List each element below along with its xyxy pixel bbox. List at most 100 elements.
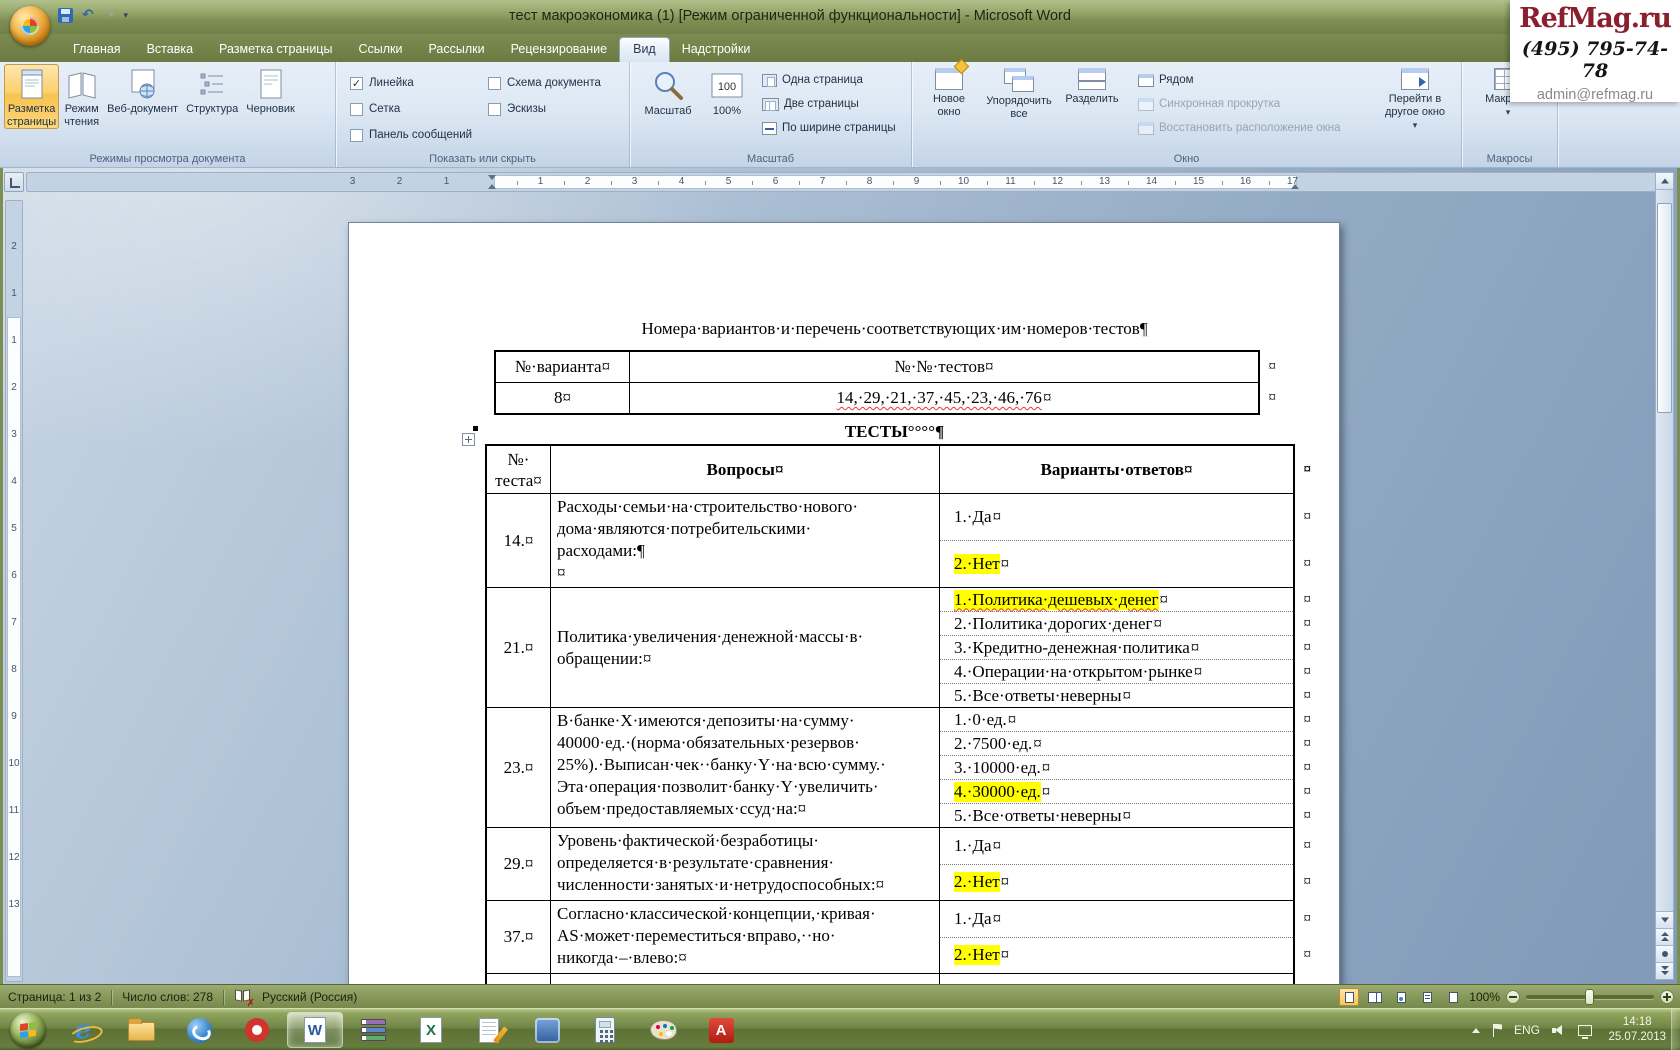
end-of-row-mark: ¤ <box>1304 947 1312 964</box>
reset-window-position-button[interactable]: Восстановить расположение окна <box>1134 116 1344 140</box>
zoom-button[interactable]: Масштаб <box>638 64 698 118</box>
qat-customize-icon[interactable] <box>123 10 128 21</box>
taskbar-adobe-reader-button[interactable] <box>694 1013 748 1047</box>
tab-add-ins[interactable]: Надстройки <box>669 38 764 62</box>
zoom-100-button[interactable]: 100 100% <box>702 64 752 118</box>
view-print-layout-button[interactable] <box>1339 988 1359 1006</box>
select-browse-object-button[interactable] <box>1656 945 1673 962</box>
action-center-icon[interactable] <box>1492 1024 1502 1037</box>
tab-review[interactable]: Рецензирование <box>498 38 621 62</box>
checkbox-ruler[interactable]: ✓ Линейка <box>350 70 472 96</box>
language-indicator[interactable]: ENG <box>1514 1023 1540 1037</box>
horizontal-ruler[interactable]: 321 1234567891011121314151617 <box>26 172 1656 192</box>
undo-icon[interactable]: ↶ <box>82 7 94 23</box>
outline-view-button[interactable]: Структура <box>183 64 241 129</box>
scroll-up-button[interactable] <box>1656 173 1673 190</box>
language-indicator[interactable]: Русский (Россия) <box>262 990 357 1004</box>
previous-page-button[interactable] <box>1656 928 1673 945</box>
tab-references[interactable]: Ссылки <box>345 38 415 62</box>
document-page[interactable]: Номера·вариантов·и·перечень·соответствую… <box>348 222 1340 984</box>
view-full-screen-button[interactable] <box>1365 988 1385 1006</box>
checkbox-thumbnails[interactable]: Эскизы <box>488 96 601 122</box>
table-move-handle[interactable] <box>462 433 475 446</box>
taskbar-word-button[interactable] <box>288 1013 342 1047</box>
split-button[interactable]: Разделить <box>1060 64 1124 106</box>
draft-view-button[interactable]: Черновик <box>243 64 298 129</box>
volume-icon[interactable] <box>1552 1024 1566 1036</box>
right-indent-marker[interactable] <box>1291 184 1299 189</box>
taskbar-internet-explorer-button[interactable]: e <box>56 1013 110 1047</box>
clock[interactable]: 14:18 25.07.2013 <box>1608 1015 1666 1045</box>
view-draft-button[interactable] <box>1443 988 1463 1006</box>
end-of-row-mark: ¤ <box>1304 735 1312 752</box>
checkbox-message-bar[interactable]: Панель сообщений <box>350 122 472 148</box>
taskbar-blue-tile-app-button[interactable] <box>520 1013 574 1047</box>
variants-table: №·варианта¤ №·№·тестов¤ ¤ 8¤ 14,·29,·21,… <box>494 350 1260 415</box>
tab-home[interactable]: Главная <box>60 38 134 62</box>
switch-windows-button[interactable]: Перейти в другое окно <box>1375 64 1455 132</box>
refmag-email: admin@refmag.ru <box>1510 87 1680 103</box>
print-layout-button[interactable]: Разметка страницы <box>4 64 59 129</box>
zoom-slider-thumb[interactable] <box>1585 989 1594 1005</box>
page-width-button[interactable]: По ширине страницы <box>758 116 900 140</box>
redo-icon[interactable]: ↷ <box>103 7 115 23</box>
end-of-row-mark: ¤ <box>1304 461 1312 478</box>
taskbar-calculator-button[interactable] <box>578 1013 632 1047</box>
ribbon: Разметка страницы Режим чтения Веб-докум… <box>0 62 1680 168</box>
zoom-in-button[interactable] <box>1660 990 1674 1004</box>
proofing-status-icon[interactable]: ✗ <box>234 990 252 1005</box>
show-desktop-button[interactable] <box>1671 1009 1680 1050</box>
checkbox-document-map[interactable]: Схема документа <box>488 70 601 96</box>
taskbar-notepad-button[interactable] <box>462 1013 516 1047</box>
web-layout-button[interactable]: Веб-документ <box>104 64 181 129</box>
first-line-indent-marker[interactable] <box>488 175 496 180</box>
tab-page-layout[interactable]: Разметка страницы <box>206 38 345 62</box>
checkbox-icon[interactable] <box>488 77 501 90</box>
one-page-button[interactable]: Одна страница <box>758 68 900 92</box>
checkbox-icon[interactable]: ✓ <box>350 77 363 90</box>
tab-view[interactable]: Вид <box>620 38 669 62</box>
taskbar-blue-round-app-button[interactable] <box>172 1013 226 1047</box>
network-icon[interactable] <box>1578 1025 1592 1036</box>
checkbox-icon[interactable] <box>350 129 363 142</box>
taskbar-paint-button[interactable] <box>636 1013 690 1047</box>
checkbox-icon[interactable] <box>350 103 363 116</box>
page-indicator[interactable]: Страница: 1 из 2 <box>8 990 101 1004</box>
answer-option: 5.·Все·ответы·неверны¤¤ <box>940 803 1293 827</box>
tab-mailings[interactable]: Рассылки <box>415 38 497 62</box>
taskbar-red-round-app-button[interactable] <box>230 1013 284 1047</box>
taskbar-winrar-button[interactable] <box>346 1013 400 1047</box>
end-of-row-mark: ¤ <box>1304 759 1312 776</box>
zoom-level[interactable]: 100% <box>1469 990 1500 1004</box>
group-document-views: Разметка страницы Режим чтения Веб-докум… <box>0 62 336 167</box>
view-outline-button[interactable] <box>1417 988 1437 1006</box>
answers-cell: 1.·Да¤¤ 2.·Нет¤¤ <box>940 494 1293 587</box>
scroll-down-button[interactable] <box>1656 911 1673 928</box>
word-count[interactable]: Число слов: 278 <box>122 990 213 1004</box>
hanging-indent-marker[interactable] <box>488 184 496 189</box>
next-page-button[interactable] <box>1656 962 1673 979</box>
scrollbar-thumb[interactable] <box>1657 203 1672 413</box>
new-window-button[interactable]: Новое окно <box>920 64 978 119</box>
tray-expand-icon[interactable] <box>1472 1028 1480 1033</box>
vertical-ruler[interactable]: 21 12345678910111213 <box>5 200 23 982</box>
checkbox-gridlines[interactable]: Сетка <box>350 96 472 122</box>
tab-stop-selector[interactable] <box>4 172 24 192</box>
save-icon[interactable] <box>58 8 73 23</box>
view-side-by-side-button[interactable]: Рядом <box>1134 68 1344 92</box>
checkbox-icon[interactable] <box>488 103 501 116</box>
synchronous-scrolling-button[interactable]: Синхронная прокрутка <box>1134 92 1344 116</box>
taskbar: e ENG 14:18 25.07.2013 <box>0 1008 1680 1050</box>
full-screen-reading-button[interactable]: Режим чтения <box>61 64 102 129</box>
zoom-slider[interactable] <box>1526 995 1654 999</box>
taskbar-explorer-button[interactable] <box>114 1013 168 1047</box>
vertical-scrollbar[interactable] <box>1655 172 1674 980</box>
arrange-all-button[interactable]: Упорядочить все <box>982 64 1056 121</box>
zoom-out-button[interactable] <box>1506 990 1520 1004</box>
view-web-layout-button[interactable] <box>1391 988 1411 1006</box>
taskbar-excel-button[interactable] <box>404 1013 458 1047</box>
two-pages-button[interactable]: Две страницы <box>758 92 900 116</box>
start-button[interactable] <box>10 1012 46 1048</box>
tab-insert[interactable]: Вставка <box>134 38 206 62</box>
office-button[interactable] <box>10 6 50 46</box>
